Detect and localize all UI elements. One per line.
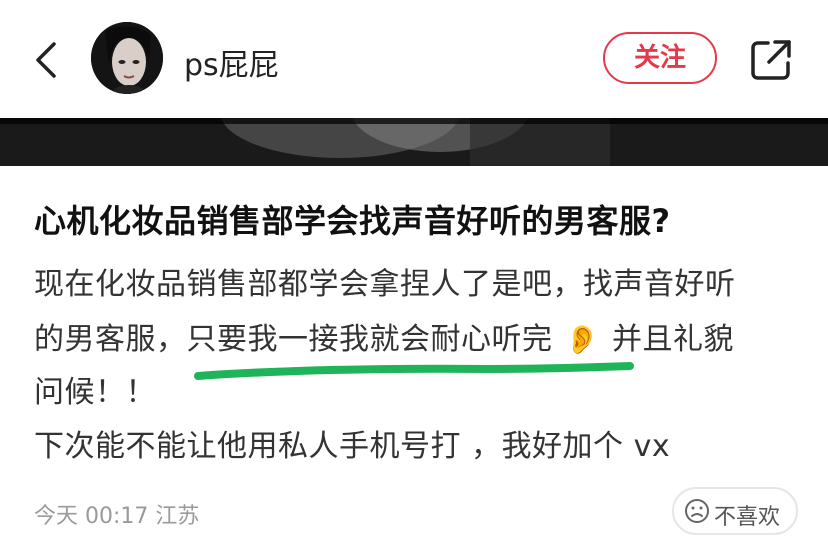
chevron-left-icon bbox=[36, 42, 56, 78]
dislike-button[interactable]: 不喜欢 bbox=[672, 487, 798, 535]
dislike-label: 不喜欢 bbox=[714, 505, 781, 530]
post-text-line-4: 下次能不能让他用私人手机号打 ，我好加个 vx bbox=[34, 429, 671, 464]
post-text-line-2b: 并且礼貌 bbox=[611, 322, 734, 357]
post-text-line-1: 现在化妆品销售部都学会拿捏人了是吧，找声音好听 bbox=[34, 267, 736, 302]
post-text-line-3: 问候！！ bbox=[34, 375, 156, 410]
post-text-line-2a: 的男客服，只要我一接我就会耐心听完 bbox=[34, 322, 553, 357]
sad-face-icon bbox=[685, 499, 709, 523]
cover-image-strip[interactable] bbox=[0, 118, 828, 166]
author-username[interactable]: ps屁屁 bbox=[184, 40, 279, 84]
post-title: 心机化妆品销售部学会找声音好听的男客服? bbox=[34, 202, 671, 240]
green-underline-mark bbox=[194, 362, 634, 380]
post-header: ps屁屁 关注 bbox=[0, 0, 828, 118]
follow-button[interactable]: 关注 bbox=[603, 32, 717, 84]
post-detail-page: ps屁屁 关注 心机化妆品销售部学会找声音好听的男客服? 现在化妆品销售部都学会… bbox=[0, 0, 828, 557]
share-icon bbox=[751, 40, 791, 80]
cover-image bbox=[0, 118, 828, 166]
share-button[interactable] bbox=[748, 37, 794, 83]
post-location: 江苏 bbox=[155, 504, 200, 529]
author-avatar[interactable] bbox=[91, 22, 163, 94]
back-button[interactable] bbox=[28, 38, 68, 82]
post-text-line-2: 的男客服，只要我一接我就会耐心听完 👂 并且礼貌 bbox=[34, 314, 734, 358]
ear-icon: 👂 bbox=[564, 323, 600, 356]
avatar-image bbox=[91, 22, 163, 94]
post-date: 今天 00:17 bbox=[34, 504, 149, 529]
post-meta: 今天 00:17 江苏 bbox=[34, 498, 199, 530]
